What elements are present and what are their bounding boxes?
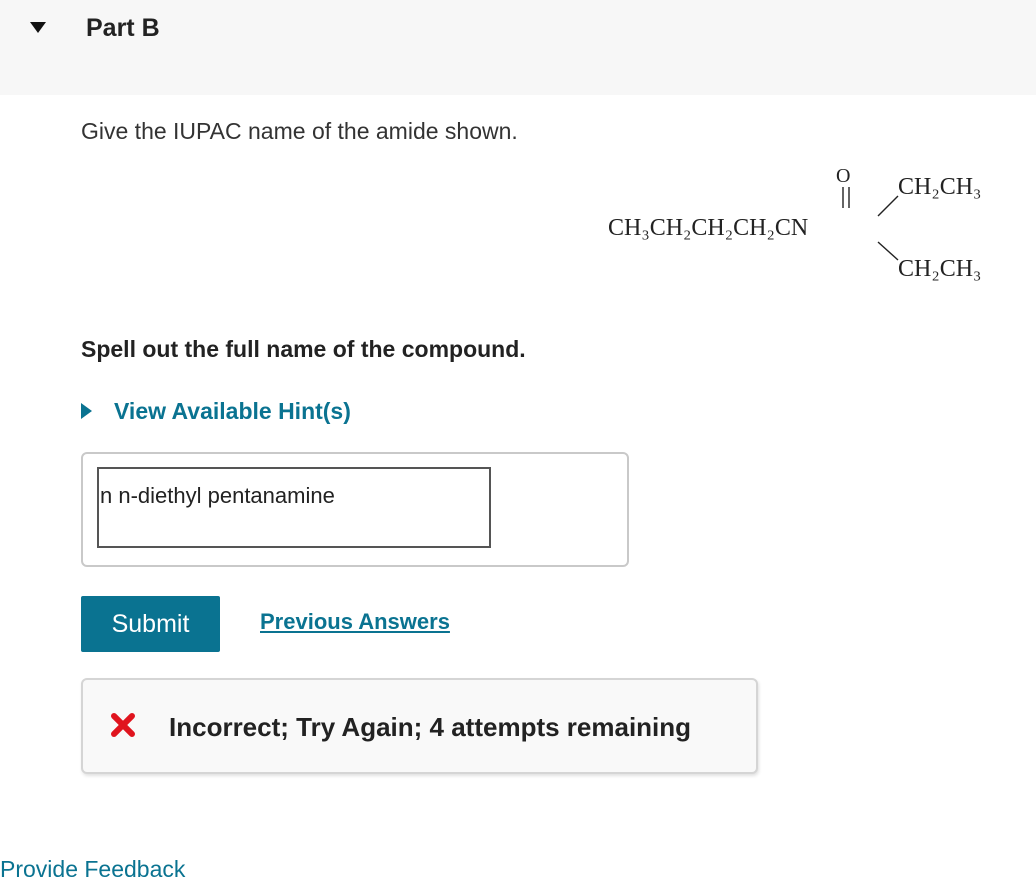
submit-button[interactable]: Submit	[81, 596, 220, 652]
feedback-panel: Incorrect; Try Again; 4 attempts remaini…	[81, 678, 758, 774]
carbonyl-oxygen: O	[836, 165, 850, 187]
view-hints-label[interactable]: View Available Hint(s)	[114, 398, 351, 425]
collapse-arrow-icon[interactable]	[30, 22, 46, 33]
feedback-message: Incorrect; Try Again; 4 attempts remaini…	[169, 712, 692, 742]
answer-container: n n-diethyl pentanamine	[81, 452, 629, 567]
part-header: Part B	[0, 0, 1036, 95]
lower-n-bond	[877, 241, 899, 261]
answer-input[interactable]: n n-diethyl pentanamine	[97, 467, 491, 548]
main-chain-formula: CH₃CH₂CH₂CH₂CN	[608, 215, 808, 241]
view-hints-toggle[interactable]: View Available Hint(s)	[81, 396, 351, 426]
lower-ethyl-formula: CH₂CH₃	[898, 256, 981, 282]
upper-n-bond	[877, 195, 899, 217]
incorrect-x-icon	[111, 713, 135, 737]
amide-structure: O CH₃CH₂CH₂CH₂CN CH₂CH₃ CH₂CH₃	[600, 160, 1030, 290]
provide-feedback-link[interactable]: Provide Feedback	[0, 856, 185, 883]
previous-answers-link[interactable]: Previous Answers	[260, 609, 450, 635]
question-prompt: Give the IUPAC name of the amide shown.	[81, 118, 518, 144]
answer-instruction: Spell out the full name of the compound.	[81, 336, 526, 362]
caret-right-icon	[81, 403, 92, 419]
part-title: Part B	[86, 14, 160, 42]
upper-ethyl-formula: CH₂CH₃	[898, 174, 981, 200]
